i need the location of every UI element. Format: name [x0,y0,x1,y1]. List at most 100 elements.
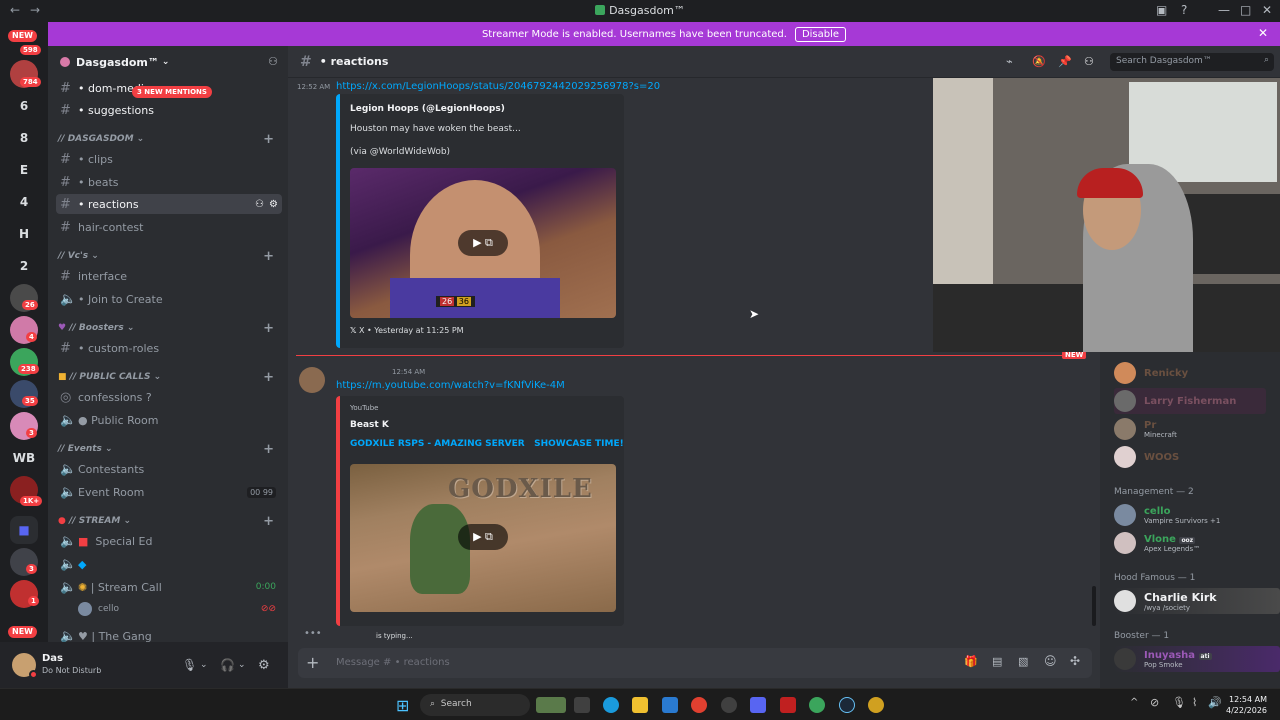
chrome-icon[interactable] [809,697,825,713]
member-item[interactable]: cello Vampire Survivors +1 [1114,502,1274,528]
help-icon[interactable]: ? [1181,3,1187,17]
steam-icon[interactable] [839,697,855,713]
chevron-down-icon[interactable]: ⌄ [238,660,246,670]
category-vcs[interactable]: // Vc's ⌄ + [58,249,282,264]
channel-confessions[interactable]: ◎ confessions ? [56,387,282,407]
category-public-calls[interactable]: ■ // PUBLIC CALLS ⌄ + [58,370,282,385]
invite-icon[interactable]: ⚇ [268,55,278,68]
member-item[interactable]: Inuyasha ati Pop Smoke [1114,646,1280,672]
channel-diamond[interactable]: 🔈 ◆ [56,554,282,574]
member-item[interactable]: WOOS [1114,444,1274,470]
avatar[interactable] [12,653,38,679]
store-icon[interactable] [662,697,678,713]
video-thumbnail[interactable]: GODXILE ▶ ⧉ [350,464,616,612]
taskbar-search[interactable]: ⌕ Search [420,694,530,716]
edge-icon[interactable] [603,697,619,713]
inbox-icon[interactable]: ▣ [1156,3,1167,17]
invite-icon[interactable]: ⚇ [255,199,264,210]
microphone-icon[interactable]: 🎙 [182,658,197,672]
add-channel-icon[interactable]: + [263,321,274,336]
channel-event-room[interactable]: 🔈 Event Room 00 99 [56,482,282,502]
gear-icon[interactable]: ⚙ [258,658,270,673]
headphones-icon[interactable]: 🎧 [220,658,235,672]
discord-icon[interactable] [750,697,766,713]
category-dasgasdom[interactable]: // DASGASDOM ⌄ + [58,132,282,147]
add-channel-icon[interactable]: + [263,514,274,529]
chevron-down-icon[interactable]: ⌄ [200,660,208,670]
add-channel-icon[interactable]: + [263,249,274,264]
add-channel-icon[interactable]: + [263,442,274,457]
emoji-icon[interactable]: ☺ [1044,654,1057,668]
member-list-icon[interactable]: ⚇ [1084,55,1094,68]
channel-stream-call[interactable]: 🔈 ✺ | Stream Call 0:00 [56,577,282,597]
channel-join-to-create[interactable]: 🔈 • Join to Create [56,289,282,309]
volume-icon[interactable]: 🔊 [1208,696,1222,709]
server-icon[interactable]: H [10,220,38,248]
close-icon[interactable]: ✕ [1258,26,1268,40]
file-explorer-icon[interactable] [632,697,648,713]
apps-icon[interactable]: ✣ [1070,654,1080,668]
widgets-icon[interactable] [536,697,566,713]
message-link[interactable]: https://m.youtube.com/watch?v=fKNfViKe-4… [336,380,565,391]
channel-custom-roles[interactable]: # • custom-roles [56,338,282,358]
tray-chevron-icon[interactable]: ^ [1130,697,1138,708]
channel-the-gang[interactable]: 🔈 ♥ | The Gang [56,626,282,643]
member-item[interactable]: Larry Fisherman [1114,388,1266,414]
member-item[interactable]: Vlone ooz Apex Legends™ [1114,530,1274,556]
add-attachment-icon[interactable]: + [306,653,319,672]
gear-icon[interactable]: ⚙ [269,199,278,210]
category-events[interactable]: // Events ⌄ + [58,442,282,457]
wifi-icon[interactable]: ⌇ [1192,696,1197,709]
gif-icon[interactable]: ▤ [992,655,1002,668]
folder-icon[interactable]: ■ [10,516,38,544]
task-view-icon[interactable] [574,697,590,713]
channel-beats[interactable]: # • beats [56,172,282,192]
server-header[interactable]: Dasgasdom™ ⌄ ⚇ [48,46,288,78]
message-link[interactable]: https://x.com/LegionHoops/status/2046792… [336,81,660,92]
voice-user-cello[interactable]: cello ⊘⊘ [74,599,282,619]
network-icon[interactable]: ⊘ [1150,696,1159,709]
adobe-icon[interactable] [780,697,796,713]
app-icon[interactable] [721,697,737,713]
windows-start-icon[interactable]: ⊞ [396,696,409,715]
add-channel-icon[interactable]: + [263,132,274,147]
minimize-icon[interactable]: — [1218,3,1230,17]
server-icon[interactable]: 4 [10,188,38,216]
close-window-icon[interactable]: ✕ [1262,3,1272,17]
notification-bell-icon[interactable]: 🔕 [1032,55,1046,68]
embed-author[interactable]: Beast K [350,420,389,430]
channel-public-room[interactable]: 🔈 ● Public Room [56,410,282,430]
mentions-badge[interactable]: 3 NEW MENTIONS [132,86,212,98]
channel-clips[interactable]: # • clips [56,149,282,169]
chrome-icon[interactable] [691,697,707,713]
channel-special-ed[interactable]: 🔈 ■ Special Ed [56,531,282,551]
member-item[interactable]: Renicky [1114,360,1274,386]
embed-author[interactable]: Legion Hoops (@LegionHoops) [350,104,505,114]
member-item[interactable]: Pr Minecraft [1114,416,1274,442]
play-button[interactable]: ▶ ⧉ [458,524,508,550]
add-channel-icon[interactable]: + [263,370,274,385]
video-thumbnail[interactable]: 26 36 ▶ ⧉ [350,168,616,318]
channel-contestants[interactable]: 🔈 Contestants [56,459,282,479]
server-icon[interactable]: 8 [10,124,38,152]
avatar[interactable] [299,367,325,393]
server-icon[interactable]: 2 [10,252,38,280]
mic-icon[interactable]: 🎙 [1172,696,1186,709]
threads-icon[interactable]: ⌁ [1006,55,1013,68]
category-boosters[interactable]: ♥ // Boosters ⌄ + [58,321,282,336]
server-icon[interactable]: WB [10,444,38,472]
sticker-icon[interactable]: ▧ [1018,655,1028,668]
clock[interactable]: 12:54 AM 4/22/2026 [1226,694,1267,716]
server-icon[interactable]: 6 [10,92,38,120]
play-button[interactable]: ▶ ⧉ [458,230,508,256]
disable-streamer-mode-button[interactable]: Disable [794,26,847,42]
channel-suggestions[interactable]: # • suggestions [56,100,282,120]
pin-icon[interactable]: 📌 [1058,55,1072,68]
channel-hair-contest[interactable]: # hair-contest [56,217,282,237]
gift-icon[interactable]: 🎁 [964,655,978,668]
channel-interface[interactable]: # interface [56,266,282,286]
category-stream[interactable]: ● // STREAM ⌄ + [58,514,282,529]
scrollbar[interactable] [1092,586,1096,626]
embed-title[interactable]: GODXILE RSPS - AMAZING SERVER SHOWCASE T… [350,439,624,449]
search-input[interactable]: Search Dasgasdom™ ⌕ [1110,53,1274,71]
